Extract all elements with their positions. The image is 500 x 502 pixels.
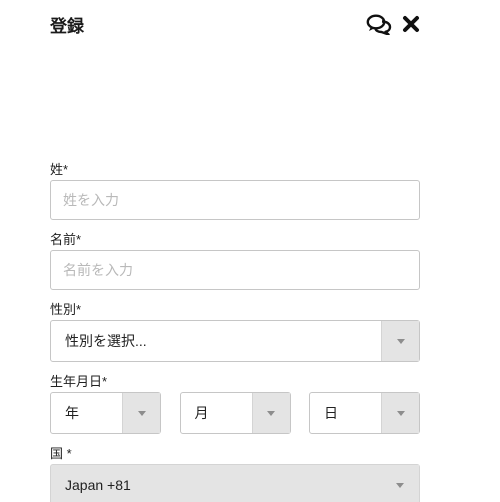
close-icon[interactable]	[402, 15, 420, 33]
last-name-label: 姓*	[50, 162, 69, 177]
birthdate-row: 年 月 日	[50, 392, 420, 434]
gender-label: 性別*	[50, 302, 82, 317]
registration-form: 姓* 名前* 性別* 性別を選択... 生年月日* 年 月	[50, 162, 420, 502]
dialog-header: 登録	[50, 12, 420, 36]
first-name-input[interactable]	[50, 250, 420, 290]
birth-month-value: 月	[194, 405, 209, 421]
chevron-down-icon	[137, 410, 146, 416]
chevron-down-icon	[267, 410, 275, 416]
gender-select[interactable]: 性別を選択...	[50, 320, 420, 362]
gender-dropdown-button[interactable]	[381, 321, 419, 361]
chevron-down-icon	[396, 482, 404, 488]
last-name-input[interactable]	[50, 180, 420, 220]
birth-year-dropdown-button[interactable]	[122, 393, 160, 433]
birth-month-dropdown-button[interactable]	[251, 393, 290, 433]
birth-year-value: 年	[65, 405, 79, 421]
dialog-title: 登録	[50, 16, 84, 36]
registration-dialog: 登録 姓* 名前* 性別* 性別を選択...	[0, 0, 500, 502]
birth-year-select[interactable]: 年	[50, 392, 161, 434]
chevron-down-icon	[396, 338, 405, 344]
birth-month-select[interactable]: 月	[179, 392, 291, 434]
country-dropdown-button[interactable]	[381, 465, 419, 502]
chevron-down-icon	[396, 410, 405, 416]
country-select-value: Japan +81	[65, 477, 131, 493]
chat-bubbles-icon[interactable]	[366, 13, 392, 35]
gender-select-value: 性別を選択...	[65, 333, 147, 349]
country-select[interactable]: Japan +81	[50, 464, 420, 502]
birthdate-label: 生年月日*	[50, 374, 108, 389]
first-name-label: 名前*	[50, 232, 82, 247]
header-actions	[366, 13, 420, 35]
country-label: 国 *	[50, 446, 72, 461]
birth-day-select[interactable]: 日	[309, 392, 420, 434]
birth-day-dropdown-button[interactable]	[381, 393, 419, 433]
birth-day-value: 日	[324, 405, 338, 421]
